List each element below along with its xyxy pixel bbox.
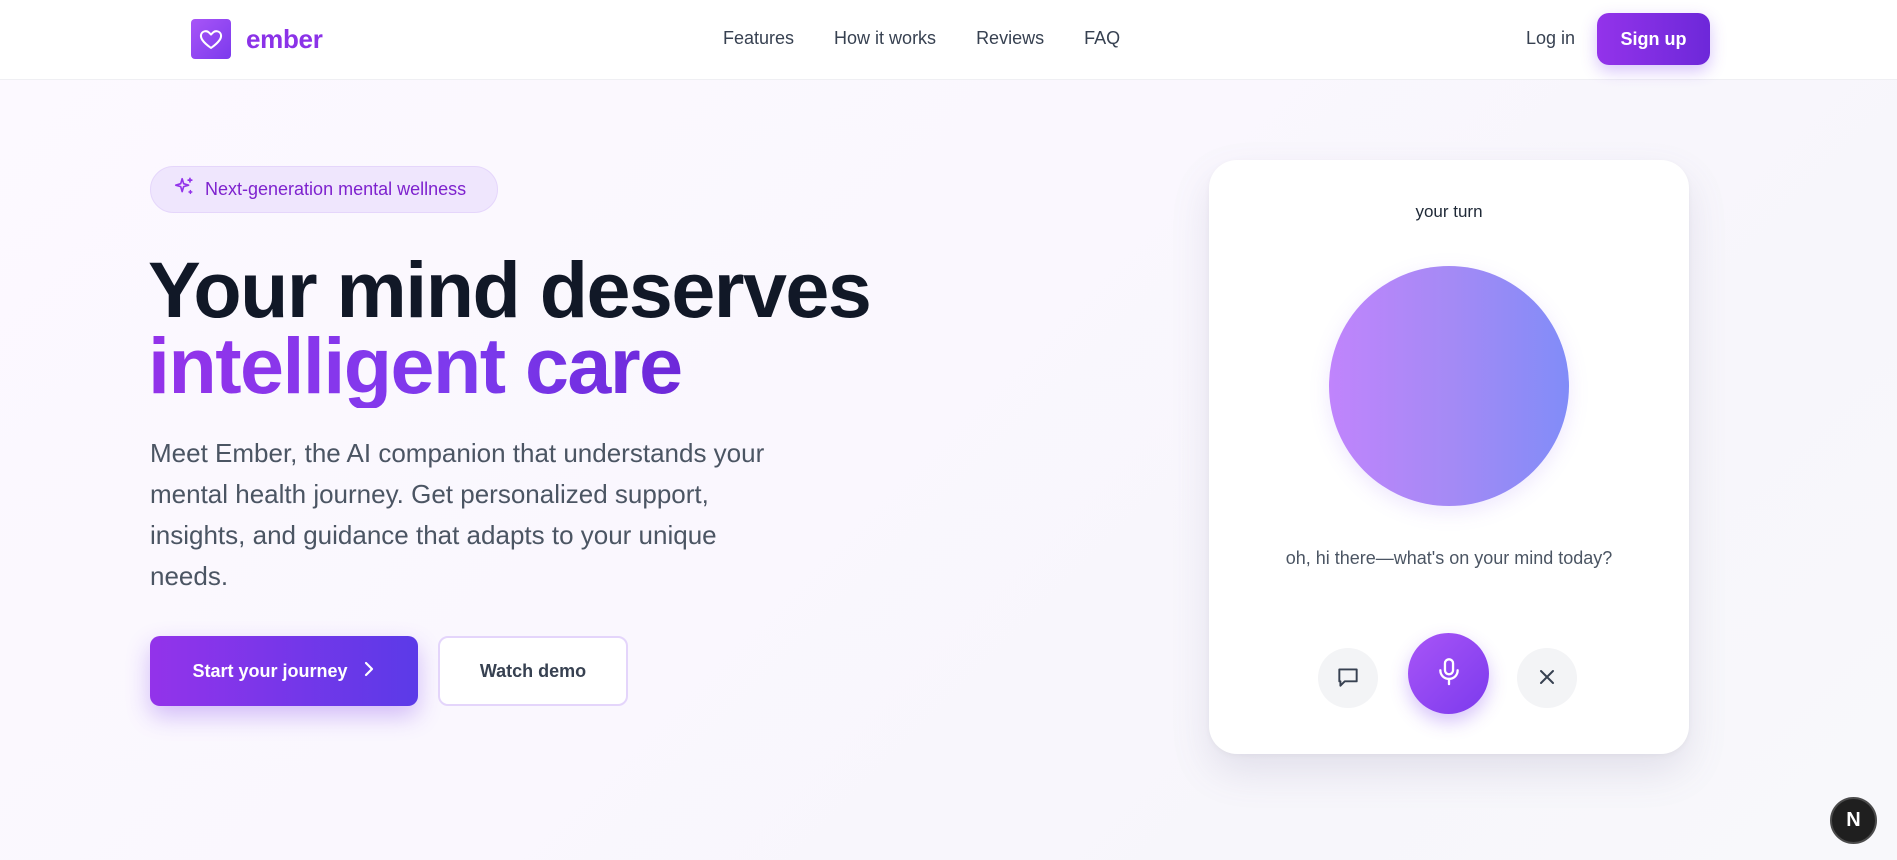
- login-link[interactable]: Log in: [1526, 28, 1575, 49]
- voice-orb: [1329, 266, 1569, 506]
- heart-icon: [191, 19, 231, 59]
- start-journey-button[interactable]: Start your journey: [150, 636, 418, 706]
- conversation-status: your turn: [1415, 202, 1483, 221]
- assistant-message: oh, hi there—what's on your mind today?: [1285, 548, 1613, 568]
- nav-link-how-it-works[interactable]: How it works: [834, 28, 936, 49]
- nav-link-reviews[interactable]: Reviews: [976, 28, 1044, 49]
- chat-button[interactable]: [1318, 648, 1378, 708]
- microphone-button[interactable]: [1408, 633, 1489, 714]
- start-journey-label: Start your journey: [192, 660, 348, 681]
- nav-link-features[interactable]: Features: [723, 28, 794, 49]
- watch-demo-button[interactable]: Watch demo: [438, 636, 628, 706]
- hero-badge-label: Next-generation mental wellness: [205, 179, 467, 199]
- hero-title-line2: intelligent care: [148, 321, 683, 410]
- chat-icon: [1335, 664, 1361, 693]
- page: ember Features How it works Reviews FAQ …: [0, 0, 1897, 860]
- nav-link-faq[interactable]: FAQ: [1084, 28, 1120, 49]
- brand-logo[interactable]: ember: [191, 19, 323, 59]
- microphone-icon: [1435, 657, 1463, 690]
- end-session-button[interactable]: [1517, 648, 1577, 708]
- hero-badge: Next-generation mental wellness: [150, 166, 498, 213]
- close-icon: [1536, 666, 1558, 691]
- signup-button[interactable]: Sign up: [1597, 13, 1710, 65]
- top-navbar: ember Features How it works Reviews FAQ …: [0, 0, 1897, 80]
- corner-badge-button[interactable]: N: [1830, 797, 1877, 844]
- brand-name: ember: [246, 23, 323, 54]
- hero-description: Meet Ember, the AI companion that unders…: [150, 438, 765, 591]
- chevron-right-icon: [362, 660, 376, 683]
- hero-title-line1: Your mind deserves: [148, 245, 872, 334]
- sparkles-icon: [173, 176, 195, 203]
- voice-assistant-card: your turn oh, hi there—what's on your mi…: [1209, 160, 1689, 754]
- main-nav: Features How it works Reviews FAQ: [723, 28, 1120, 49]
